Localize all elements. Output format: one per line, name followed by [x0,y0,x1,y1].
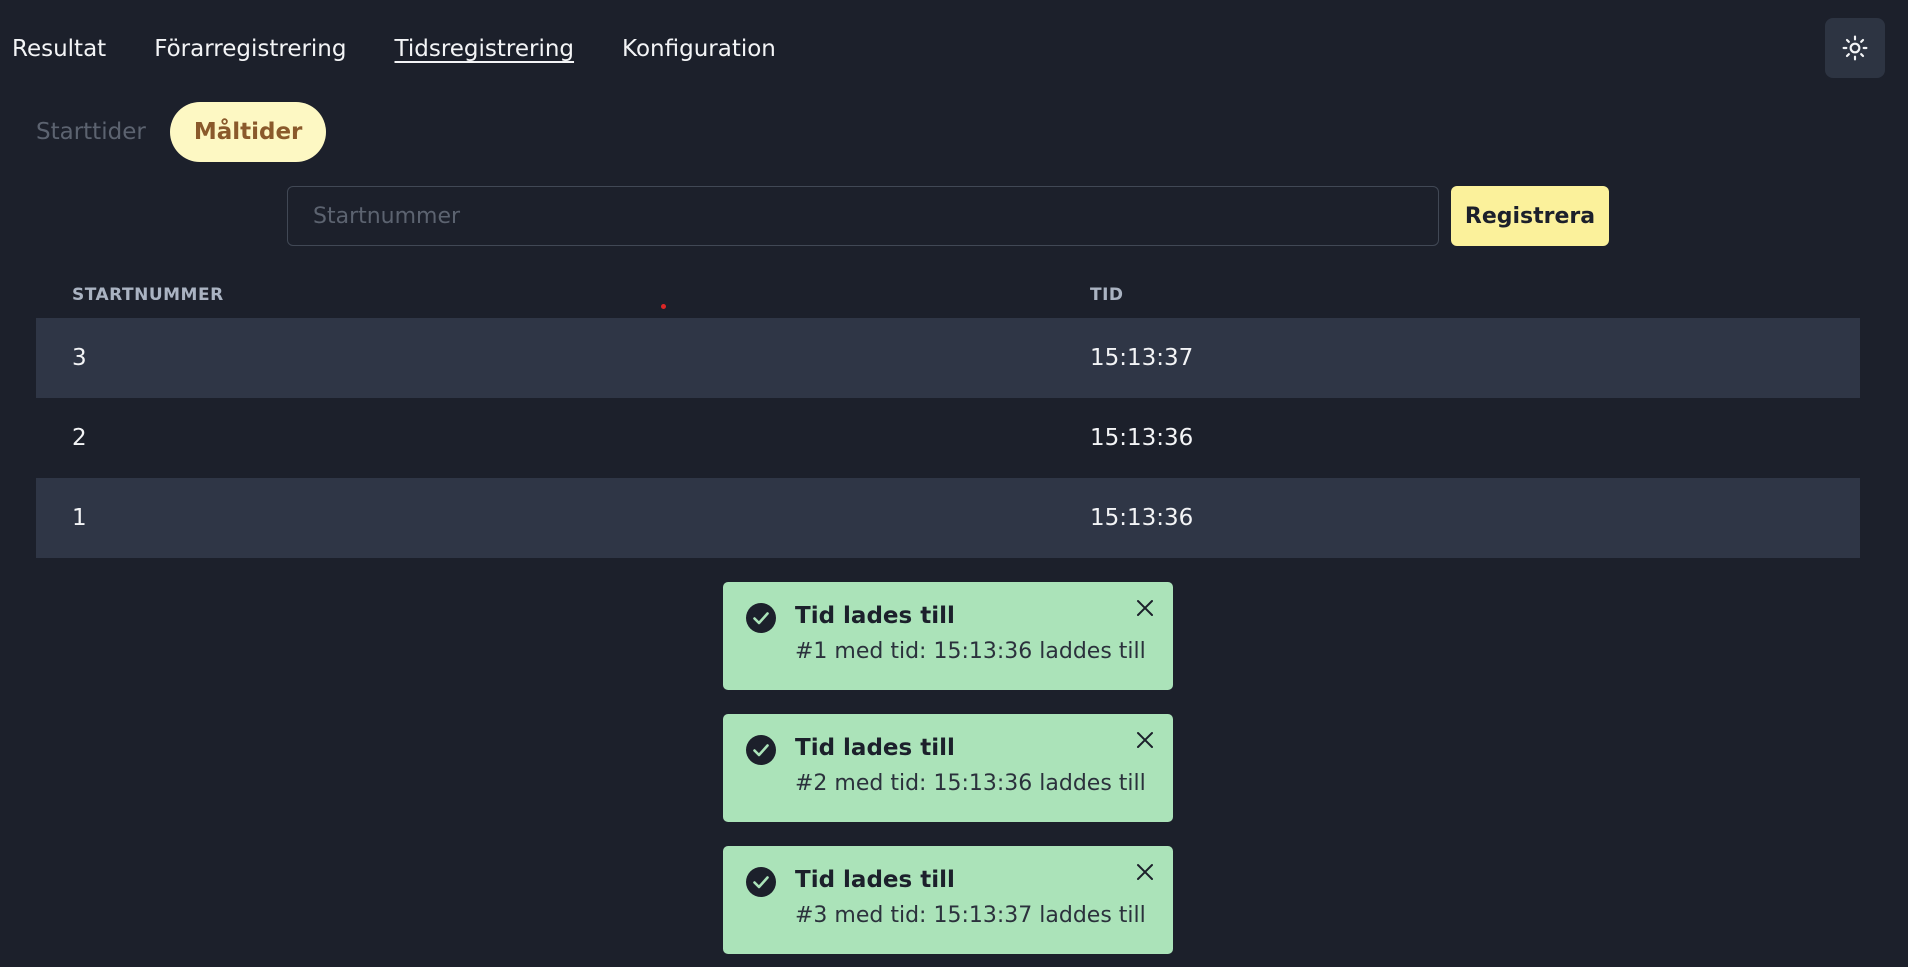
close-icon[interactable] [1133,728,1157,752]
top-navigation: Resultat Förarregistrering Tidsregistrer… [0,0,1908,100]
startnummer-input[interactable] [287,186,1439,246]
cell-tid: 15:13:37 [1090,345,1194,371]
column-header-tid: TID [1090,285,1124,305]
nav-link-tidsregistrering[interactable]: Tidsregistrering [395,33,575,65]
check-circle-icon [746,867,776,897]
check-circle-icon [746,603,776,633]
cell-startnummer: 1 [72,505,87,531]
column-header-startnummer: STARTNUMMER [72,285,224,305]
close-icon[interactable] [1133,860,1157,884]
toast-message: #3 med tid: 15:13:37 laddes till [795,903,1146,928]
success-toast: Tid lades till #3 med tid: 15:13:37 ladd… [723,846,1173,954]
nav-link-forarregistrering[interactable]: Förarregistrering [154,33,346,65]
table-row: 2 15:13:36 [36,398,1860,478]
toast-title: Tid lades till [795,603,955,629]
toast-title: Tid lades till [795,735,955,761]
cursor-dot [661,304,666,309]
cell-startnummer: 2 [72,425,87,451]
check-circle-icon [746,735,776,765]
theme-toggle-button[interactable] [1825,18,1885,78]
table-row: 3 15:13:37 [36,318,1860,398]
toast-title: Tid lades till [795,867,955,893]
cell-tid: 15:13:36 [1090,505,1194,531]
tab-maltider[interactable]: Måltider [169,102,327,162]
table-row: 1 15:13:36 [36,478,1860,558]
nav-links: Resultat Förarregistrering Tidsregistrer… [12,33,776,65]
close-icon[interactable] [1133,596,1157,620]
success-toast: Tid lades till #1 med tid: 15:13:36 ladd… [723,582,1173,690]
nav-link-resultat[interactable]: Resultat [12,33,106,65]
register-button[interactable]: Registrera [1451,186,1609,246]
success-toast: Tid lades till #2 med tid: 15:13:36 ladd… [723,714,1173,822]
toast-message: #1 med tid: 15:13:36 laddes till [795,639,1146,664]
table-header: STARTNUMMER TID [36,272,1860,318]
times-table: STARTNUMMER TID 3 15:13:37 2 15:13:36 1 … [36,272,1860,558]
time-type-tabs: Starttider Måltider [36,102,327,162]
nav-link-konfiguration[interactable]: Konfiguration [622,33,776,65]
sun-icon [1842,35,1868,61]
toast-stack: Tid lades till #1 med tid: 15:13:36 ladd… [723,582,1173,954]
cell-tid: 15:13:36 [1090,425,1194,451]
toast-message: #2 med tid: 15:13:36 laddes till [795,771,1146,796]
cell-startnummer: 3 [72,345,87,371]
registration-form: Registrera [287,186,1609,246]
tab-starttider[interactable]: Starttider [36,102,146,162]
